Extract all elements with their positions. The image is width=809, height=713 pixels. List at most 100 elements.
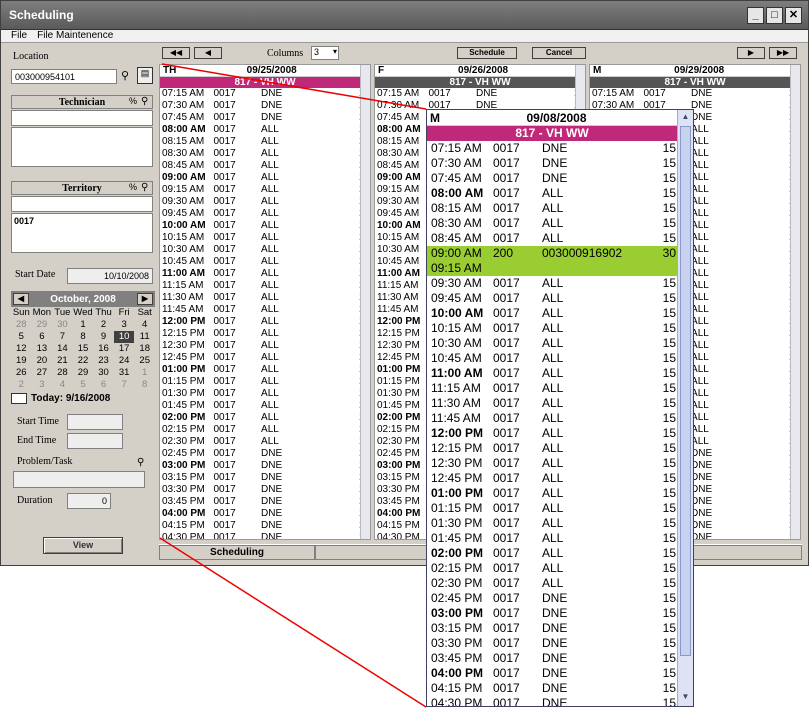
- cell: ALL: [542, 306, 564, 320]
- cell: ALL: [542, 561, 564, 575]
- cell: 15: [662, 306, 676, 320]
- cell: 01:45 PM: [431, 531, 483, 545]
- scroll-down-icon[interactable]: ▼: [680, 692, 691, 704]
- popup-row[interactable]: 07:15 AM 0017 DNE 15: [427, 141, 693, 156]
- cell: 07:45 AM: [431, 171, 482, 185]
- cell: 15: [662, 231, 676, 245]
- cell: 15: [662, 696, 676, 707]
- cell: 0017: [493, 546, 520, 560]
- cell: 0017: [493, 606, 520, 620]
- cell: 0017: [493, 411, 520, 425]
- cell: ALL: [542, 351, 564, 365]
- cell: DNE: [542, 156, 568, 170]
- cell: 10:30 AM: [431, 336, 482, 350]
- cell: 15: [662, 636, 676, 650]
- cell: DNE: [542, 666, 568, 680]
- cell: 08:30 AM: [431, 216, 482, 230]
- cell: 10:00 AM: [431, 306, 484, 320]
- cell: 12:15 PM: [431, 441, 483, 455]
- cell: [542, 261, 654, 276]
- popup-band: 817 - VH WW: [427, 126, 677, 141]
- cell: 0017: [493, 486, 520, 500]
- popup-row[interactable]: 09:45 AM 0017 ALL 15: [427, 291, 693, 306]
- cell: 15: [662, 411, 676, 425]
- cell: 0017: [493, 231, 520, 245]
- cell: ALL: [542, 291, 564, 305]
- popup-row[interactable]: 03:15 PM 0017 DNE 15: [427, 621, 693, 636]
- popup-row[interactable]: 11:15 AM 0017 ALL 15: [427, 381, 693, 396]
- scroll-up-icon[interactable]: ▲: [680, 112, 691, 124]
- popup-row[interactable]: 10:15 AM 0017 ALL 15: [427, 321, 693, 336]
- cell: 11:15 AM: [431, 381, 481, 395]
- popup-row[interactable]: 12:00 PM 0017 ALL 15: [427, 426, 693, 441]
- cell: 0017: [493, 681, 520, 695]
- popup-row[interactable]: 07:45 AM 0017 DNE 15: [427, 171, 693, 186]
- scroll-thumb[interactable]: [680, 126, 691, 656]
- popup-row[interactable]: 11:00 AM 0017 ALL 15: [427, 366, 693, 381]
- cell: ALL: [542, 276, 564, 290]
- popup-row[interactable]: 01:30 PM 0017 ALL 15: [427, 516, 693, 531]
- popup-row[interactable]: 04:00 PM 0017 DNE 15: [427, 666, 693, 681]
- cell: 0017: [493, 366, 520, 380]
- popup-row[interactable]: 09:15 AM: [427, 261, 693, 276]
- cell: 03:00 PM: [431, 606, 484, 620]
- popup-row[interactable]: 03:00 PM 0017 DNE 15: [427, 606, 693, 621]
- cell: 30: [662, 246, 676, 260]
- popup-row[interactable]: 02:30 PM 0017 ALL 15: [427, 576, 693, 591]
- cell: ALL: [542, 456, 564, 470]
- cell: DNE: [542, 171, 568, 185]
- popup-row[interactable]: 04:30 PM 0017 DNE 15: [427, 696, 693, 707]
- cell: DNE: [542, 606, 568, 620]
- cell: 0017: [493, 336, 520, 350]
- cell: 15: [662, 546, 676, 560]
- cell: 15: [662, 501, 676, 515]
- cell: ALL: [542, 321, 564, 335]
- cell: 08:00 AM: [431, 186, 484, 200]
- cell: DNE: [542, 681, 568, 695]
- cell: 15: [662, 561, 676, 575]
- popup-row[interactable]: 09:30 AM 0017 ALL 15: [427, 276, 693, 291]
- cell: 15: [662, 471, 676, 485]
- popup-row[interactable]: 07:30 AM 0017 DNE 15: [427, 156, 693, 171]
- popup-row[interactable]: 02:00 PM 0017 ALL 15: [427, 546, 693, 561]
- cell: 15: [662, 381, 676, 395]
- popup-row[interactable]: 10:00 AM 0017 ALL 15: [427, 306, 693, 321]
- popup-row[interactable]: 11:30 AM 0017 ALL 15: [427, 396, 693, 411]
- popup-row[interactable]: 01:45 PM 0017 ALL 15: [427, 531, 693, 546]
- cell: 0017: [493, 156, 520, 170]
- popup-row[interactable]: 12:45 PM 0017 ALL 15: [427, 471, 693, 486]
- popup-row[interactable]: 03:30 PM 0017 DNE 15: [427, 636, 693, 651]
- cell: 0017: [493, 651, 520, 665]
- popup-row[interactable]: 12:15 PM 0017 ALL 15: [427, 441, 693, 456]
- cell: 0017: [493, 396, 520, 410]
- popup-row[interactable]: 03:45 PM 0017 DNE 15: [427, 651, 693, 666]
- cell: 15: [662, 351, 676, 365]
- cell: 0017: [493, 576, 520, 590]
- popup-row[interactable]: 08:45 AM 0017 ALL 15: [427, 231, 693, 246]
- popup-row[interactable]: 10:45 AM 0017 ALL 15: [427, 351, 693, 366]
- cell: 01:00 PM: [431, 486, 484, 500]
- cell: 15: [662, 576, 676, 590]
- popup-row[interactable]: 04:15 PM 0017 DNE 15: [427, 681, 693, 696]
- cell: 02:15 PM: [431, 561, 483, 575]
- cell: 15: [662, 531, 676, 545]
- popup-row[interactable]: 11:45 AM 0017 ALL 15: [427, 411, 693, 426]
- cell: 15: [662, 156, 676, 170]
- zoomed-column[interactable]: M 09/08/2008 817 - VH WW 07:15 AM 0017 DNE 1…: [426, 109, 694, 707]
- cell: 15: [662, 426, 676, 440]
- cell: 0017: [493, 621, 520, 635]
- popup-date: 09/08/2008: [526, 111, 587, 125]
- popup-row[interactable]: 08:15 AM 0017 ALL 15: [427, 201, 693, 216]
- popup-scrollbar[interactable]: ▲ ▼: [677, 110, 693, 706]
- cell: ALL: [542, 546, 564, 560]
- popup-row[interactable]: 12:30 PM 0017 ALL 15: [427, 456, 693, 471]
- popup-row[interactable]: 02:15 PM 0017 ALL 15: [427, 561, 693, 576]
- cell: 03:15 PM: [431, 621, 483, 635]
- popup-row[interactable]: 08:00 AM 0017 ALL 15: [427, 186, 693, 201]
- popup-row[interactable]: 09:00 AM 200 003000916902 30: [427, 246, 693, 261]
- popup-row[interactable]: 02:45 PM 0017 DNE 15: [427, 591, 693, 606]
- popup-row[interactable]: 08:30 AM 0017 ALL 15: [427, 216, 693, 231]
- popup-row[interactable]: 01:15 PM 0017 ALL 15: [427, 501, 693, 516]
- popup-row[interactable]: 01:00 PM 0017 ALL 15: [427, 486, 693, 501]
- popup-row[interactable]: 10:30 AM 0017 ALL 15: [427, 336, 693, 351]
